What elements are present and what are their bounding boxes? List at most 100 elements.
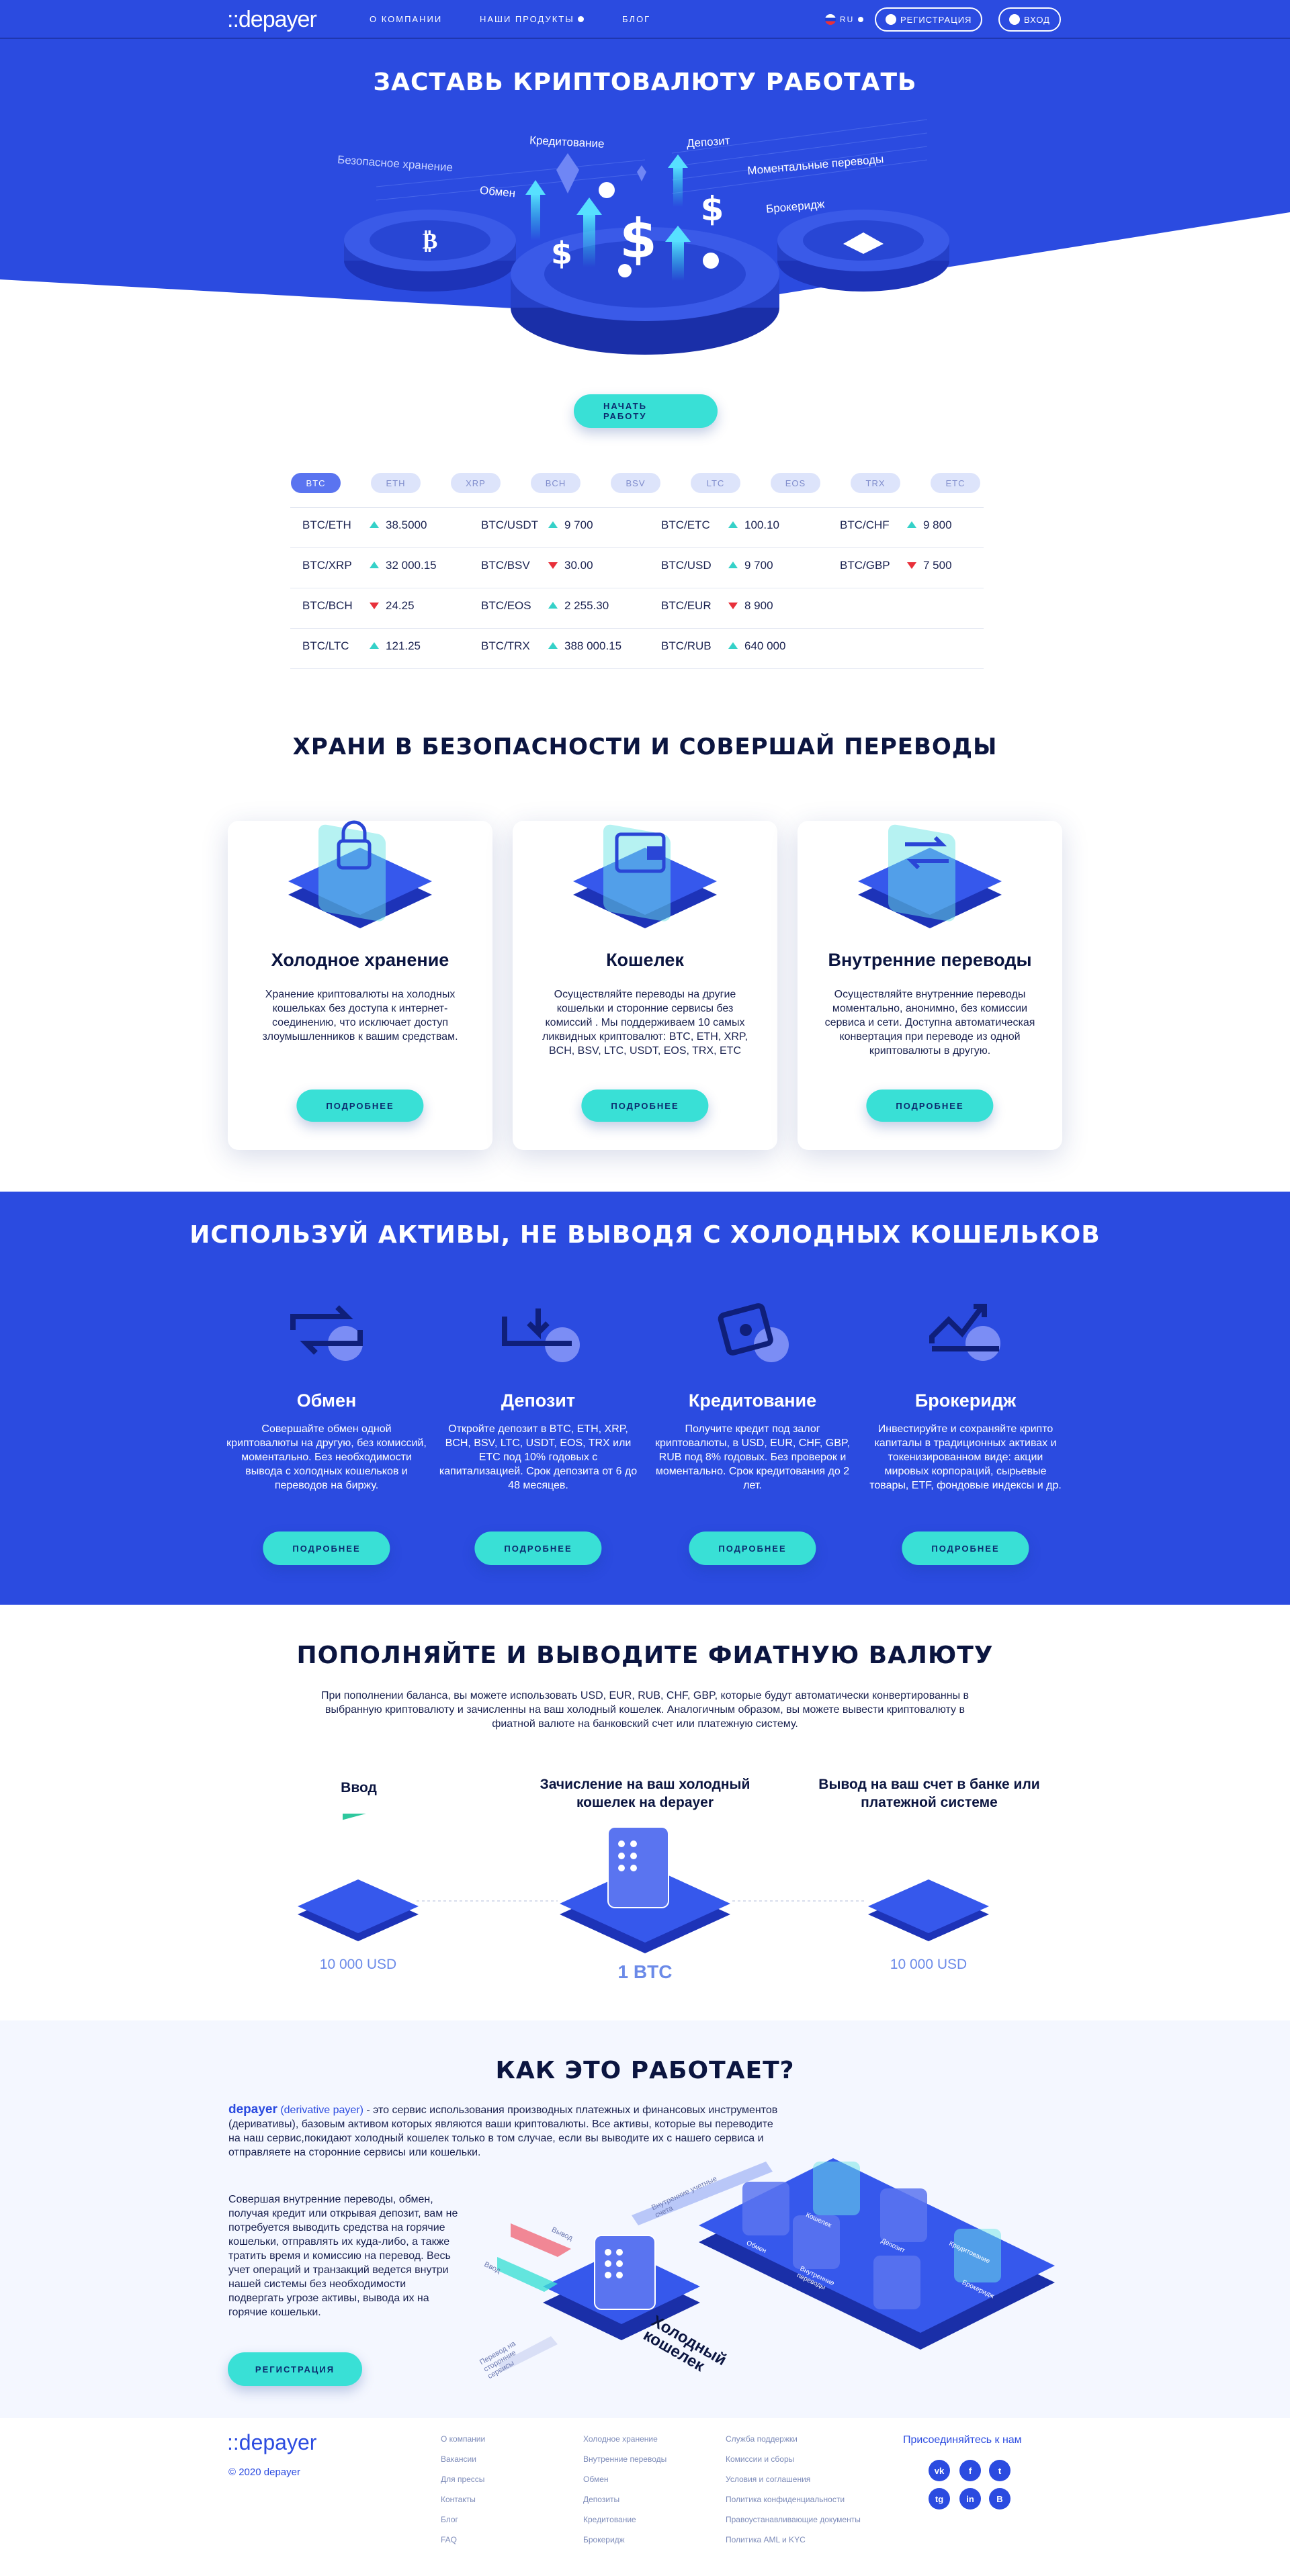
- rate-value: 388 000.15: [564, 639, 622, 652]
- footer-link[interactable]: Блог: [441, 2515, 458, 2524]
- card-cold-storage: Холодное хранение Хранение криптовалюты …: [228, 820, 492, 1150]
- user-plus-icon: [886, 14, 896, 25]
- rate-cell: BTC/USD 9 700: [661, 559, 773, 572]
- svg-text:$: $: [619, 208, 657, 270]
- row-divider: [290, 507, 984, 508]
- asset-title: Депозит: [501, 1390, 576, 1411]
- pair-label: BTC/EOS: [481, 599, 531, 612]
- chart-growth-icon: [929, 1304, 1000, 1361]
- currency-tab[interactable]: BCH: [531, 473, 580, 493]
- fiat-title: ПОПОЛНЯЙТЕ И ВЫВОДИТЕ ФИАТНУЮ ВАЛЮТУ: [296, 1642, 994, 1669]
- pair-label: BTC/CHF: [840, 519, 890, 531]
- footer-link[interactable]: Для прессы: [441, 2475, 484, 2484]
- footer-link[interactable]: Политика конфиденциальности: [726, 2495, 845, 2504]
- lock-icon: [288, 820, 432, 928]
- rate-value: 9 700: [744, 559, 773, 572]
- language-selector[interactable]: RU: [825, 14, 864, 25]
- login-button[interactable]: ВХОД: [998, 7, 1061, 32]
- rate-cell: BTC/CHF 9 800: [840, 519, 952, 532]
- nav-products[interactable]: НАШИ ПРОДУКТЫ: [480, 14, 585, 24]
- pair-label: BTC/LTC: [302, 639, 349, 652]
- footer-link[interactable]: Брокеридж: [583, 2535, 625, 2544]
- footer-link[interactable]: Вакансии: [441, 2454, 476, 2464]
- rate-value: 8 900: [744, 599, 773, 612]
- footer-link[interactable]: Холодное хранение: [583, 2434, 658, 2444]
- more-button[interactable]: ПОДРОБНЕЕ: [263, 1531, 390, 1565]
- footer-link[interactable]: Контакты: [441, 2495, 476, 2504]
- chevron-down-icon: [578, 16, 585, 22]
- twitter-icon[interactable]: t: [989, 2460, 1010, 2481]
- rate-cell: BTC/BCH 24.25: [302, 599, 415, 613]
- footer-link[interactable]: Внутренние переводы: [583, 2454, 666, 2464]
- hero-section: ₿ $ $ $ ЗАСТАВЬ КРИПТОВАЛЮТУ РАБОТАТЬ Бе…: [0, 39, 1290, 355]
- language-label: RU: [840, 15, 855, 24]
- logo[interactable]: ::depayer: [227, 7, 317, 33]
- pair-label: BTC/BSV: [481, 559, 530, 572]
- start-button[interactable]: НАЧАТЬ РАБОТУ: [574, 394, 718, 428]
- linkedin-icon[interactable]: in: [959, 2488, 981, 2510]
- card-internal-transfers: Внутренние переводы Осуществляйте внутре…: [798, 821, 1062, 1150]
- pair-label: BTC/USDT: [481, 519, 538, 531]
- more-button[interactable]: ПОДРОБНЕЕ: [474, 1531, 602, 1565]
- footer-link[interactable]: Обмен: [583, 2475, 609, 2484]
- rate-value: 7 500: [923, 559, 952, 572]
- rate-cell: BTC/ETH 38.5000: [302, 519, 427, 532]
- rate-cell: BTC/BSV 30.00: [481, 559, 593, 572]
- more-button[interactable]: ПОДРОБНЕЕ: [902, 1531, 1029, 1565]
- currency-tab[interactable]: BTC: [291, 473, 341, 493]
- currency-tab[interactable]: EOS: [771, 473, 820, 493]
- nav-blog[interactable]: БЛОГ: [622, 14, 650, 24]
- rate-value: 9 800: [923, 519, 952, 531]
- currency-tab[interactable]: BSV: [611, 473, 660, 493]
- currency-tab[interactable]: XRP: [451, 473, 501, 493]
- currency-tab[interactable]: ETC: [931, 473, 980, 493]
- footer-link[interactable]: Депозиты: [583, 2495, 619, 2504]
- footer-link[interactable]: О компании: [441, 2434, 485, 2444]
- login-label: ВХОД: [1024, 14, 1050, 25]
- pair-label: BTC/RUB: [661, 639, 712, 652]
- rate-cell: BTC/EUR 8 900: [661, 599, 773, 613]
- footer-link[interactable]: Служба поддержки: [726, 2434, 798, 2444]
- more-button[interactable]: ПОДРОБНЕЕ: [866, 1090, 994, 1122]
- bitcoin-icon[interactable]: B: [989, 2488, 1010, 2510]
- pair-label: BTC/ETC: [661, 519, 710, 531]
- nav-about[interactable]: О КОМПАНИИ: [370, 14, 442, 24]
- fiat-step-caption: Вывод на ваш счет в банке или платежной …: [818, 1777, 1040, 1810]
- facebook-icon[interactable]: f: [959, 2460, 981, 2481]
- fiat-text: При пополнении баланса, вы можете исполь…: [320, 1690, 970, 1730]
- out-arrow: [511, 2223, 571, 2257]
- assets-section: ИСПОЛЬЗУЙ АКТИВЫ, НЕ ВЫВОДЯ С ХОЛОДНЫХ К…: [0, 1192, 1290, 1605]
- pair-label: BTC/XRP: [302, 559, 352, 572]
- arrow-up-icon: [548, 642, 558, 649]
- rate-value: 9 700: [564, 519, 593, 531]
- footer-link[interactable]: Политика AML и KYC: [726, 2535, 806, 2544]
- telegram-icon[interactable]: tg: [929, 2488, 950, 2510]
- more-button[interactable]: ПОДРОБНЕЕ: [581, 1090, 709, 1122]
- card-wallet: Кошелек Осуществляйте переводы на другие…: [513, 821, 777, 1150]
- footer-link[interactable]: Условия и соглашения: [726, 2475, 810, 2484]
- more-button[interactable]: ПОДРОБНЕЕ: [689, 1531, 816, 1565]
- rate-value: 640 000: [744, 639, 786, 652]
- in-arrow: [497, 2257, 558, 2292]
- card-text: Осуществляйте переводы на другие кошельк…: [542, 989, 748, 1057]
- currency-tab[interactable]: LTC: [691, 473, 740, 493]
- register-button[interactable]: РЕГИСТРАЦИЯ: [875, 7, 983, 32]
- currency-tab[interactable]: TRX: [851, 473, 900, 493]
- rate-cell: BTC/XRP 32 000.15: [302, 559, 437, 572]
- wallet-icon: [573, 824, 717, 928]
- cash-icon: [298, 1814, 419, 1941]
- arrow-down-icon: [370, 603, 379, 609]
- more-button[interactable]: ПОДРОБНЕЕ: [296, 1090, 424, 1122]
- login-icon: [1009, 14, 1020, 25]
- footer-link[interactable]: Комиссии и сборы: [726, 2454, 794, 2464]
- fiat-amount: 10 000 USD: [319, 1957, 397, 1972]
- footer-logo[interactable]: ::depayer: [227, 2430, 316, 2455]
- currency-tab[interactable]: ETH: [371, 473, 421, 493]
- footer-link[interactable]: FAQ: [441, 2535, 457, 2544]
- footer-link[interactable]: Правоустанавливающие документы: [726, 2515, 861, 2524]
- asset-text: Совершайте обмен одной криптовалюты на д…: [226, 1423, 427, 1491]
- vk-icon[interactable]: vk: [929, 2460, 950, 2481]
- footer-link[interactable]: Кредитование: [583, 2515, 636, 2524]
- fiat-amount: 1 BTC: [617, 1961, 673, 1982]
- card-title: Холодное хранение: [271, 950, 449, 970]
